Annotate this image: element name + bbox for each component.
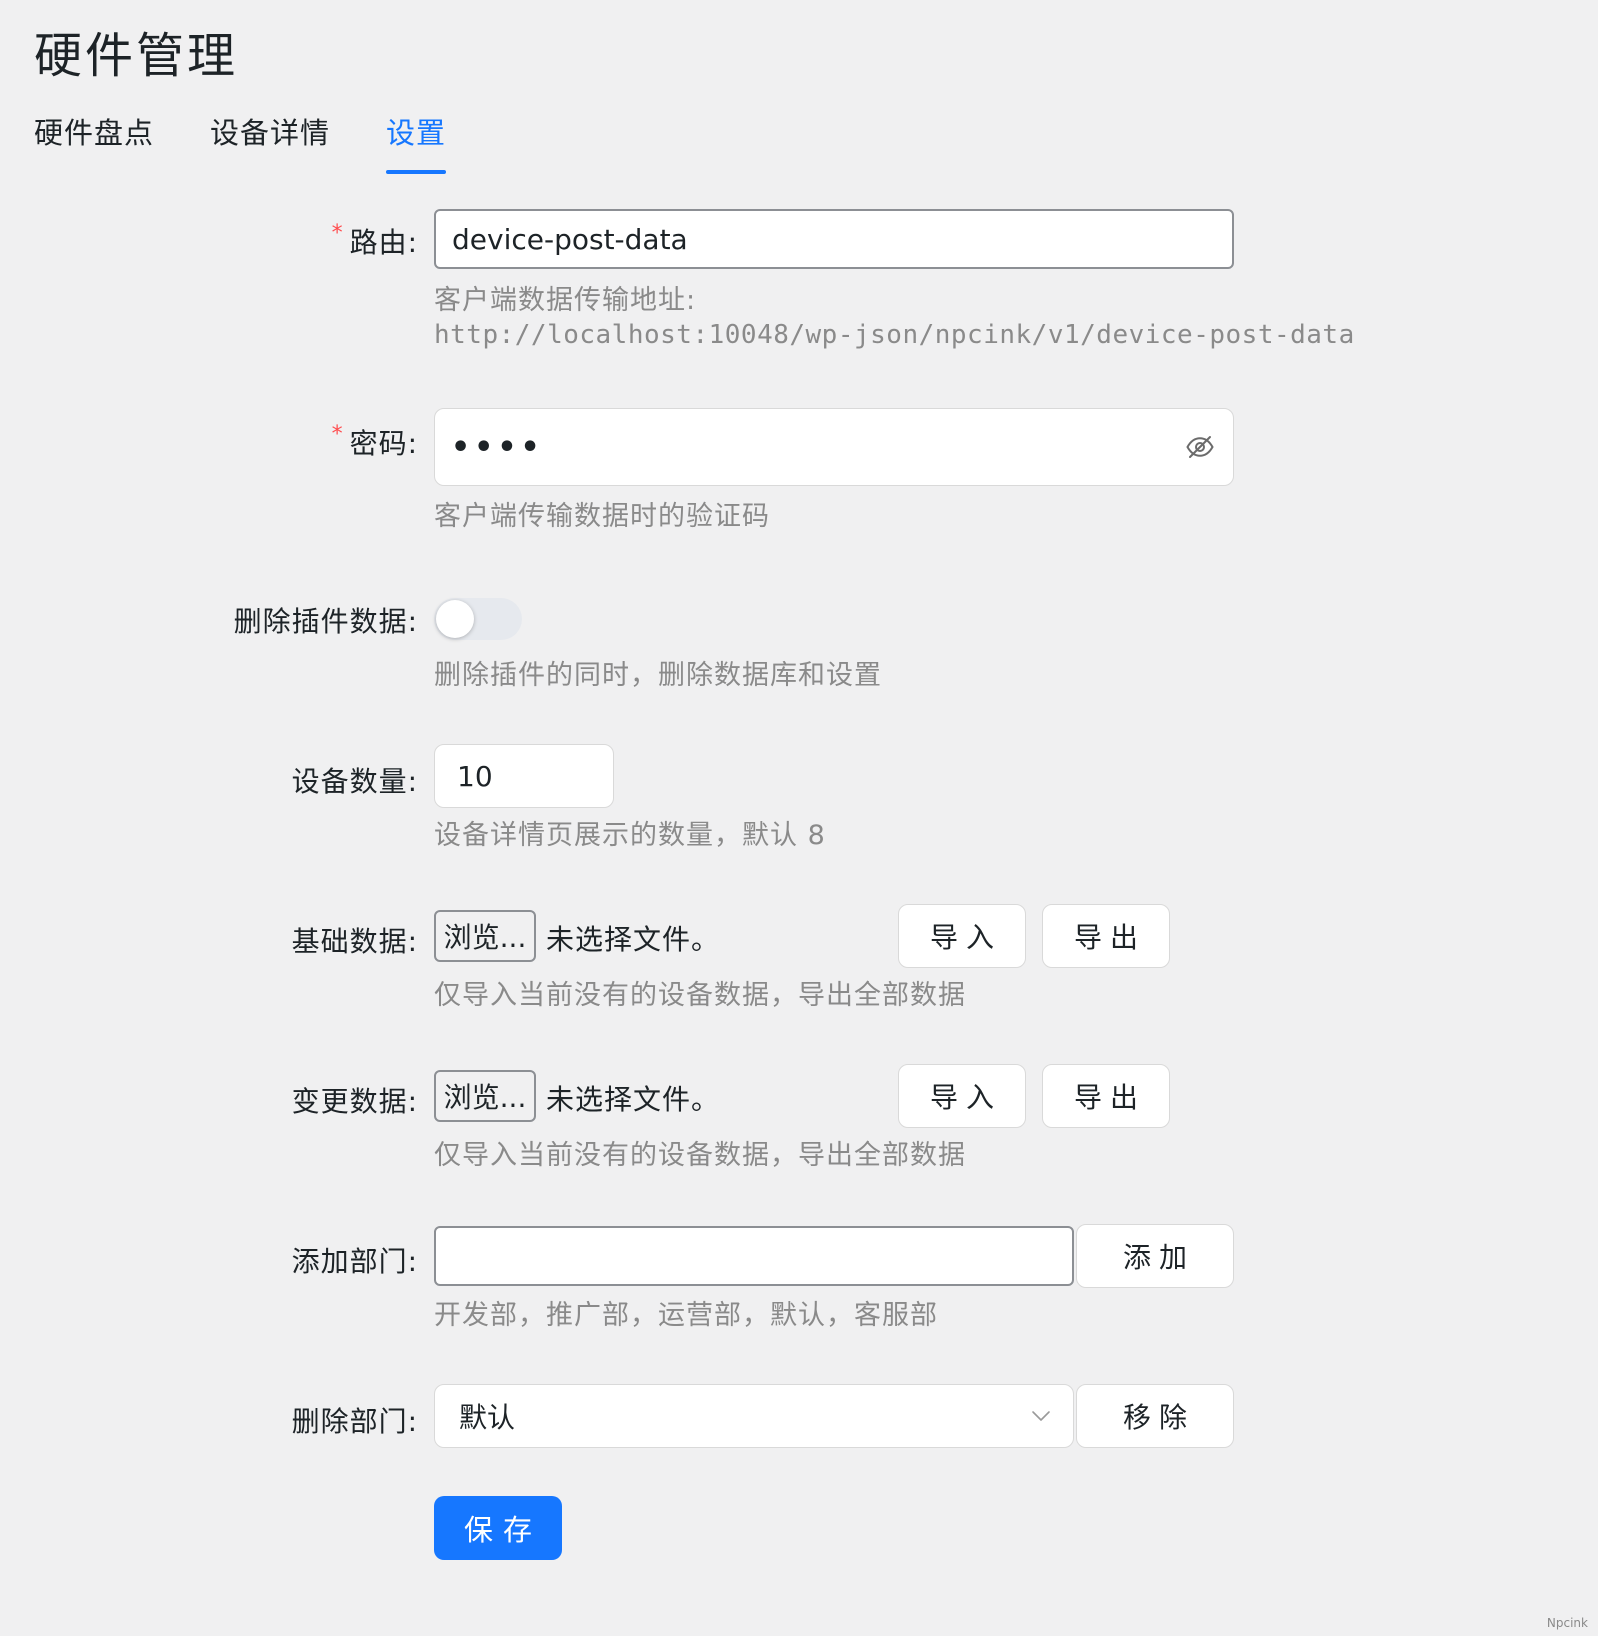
save-button[interactable]: 保存 — [434, 1496, 562, 1560]
route-label-text: 路由: — [349, 226, 418, 259]
route-input-value: device-post-data — [452, 222, 688, 256]
delete-department-select[interactable]: 默认 — [434, 1384, 1074, 1448]
page-title: 硬件管理 — [34, 28, 239, 84]
remove-department-button[interactable]: 移除 — [1076, 1384, 1234, 1448]
route-help-url: http://localhost:10048/wp-json/npcink/v1… — [434, 320, 1355, 350]
password-label: * 密码: — [332, 422, 418, 462]
tab-hardware-inventory[interactable]: 硬件盘点 — [34, 110, 154, 152]
delete-plugin-data-label: 删除插件数据: — [233, 605, 418, 638]
change-data-label: 变更数据: — [291, 1085, 418, 1118]
password-label-text: 密码: — [349, 427, 418, 460]
chevron-down-icon — [1032, 1411, 1050, 1421]
watermark: Npcink — [1546, 1616, 1588, 1630]
delete-department-label: 删除部门: — [291, 1405, 418, 1438]
change-data-browse-button[interactable]: 浏览... — [434, 1070, 536, 1122]
delete-plugin-data-toggle[interactable] — [434, 598, 522, 640]
base-data-import-button[interactable]: 导入 — [898, 904, 1026, 968]
eye-off-icon[interactable] — [1185, 432, 1215, 462]
add-department-help: 开发部，推广部，运营部，默认，客服部 — [434, 1300, 938, 1331]
tab-device-details[interactable]: 设备详情 — [210, 110, 330, 152]
add-department-input[interactable] — [434, 1226, 1074, 1286]
toggle-knob — [436, 600, 474, 638]
password-input[interactable]: •••• — [434, 408, 1234, 486]
delete-department-selected: 默认 — [459, 1401, 516, 1434]
device-count-value: 10 — [457, 759, 493, 793]
tab-settings[interactable]: 设置 — [386, 110, 447, 174]
required-marker: * — [331, 422, 344, 447]
device-count-help: 设备详情页展示的数量，默认 8 — [434, 820, 826, 851]
base-data-browse-button[interactable]: 浏览... — [434, 910, 536, 962]
change-data-export-button[interactable]: 导出 — [1042, 1064, 1170, 1128]
route-label: * 路由: — [332, 221, 418, 261]
delete-plugin-data-help: 删除插件的同时，删除数据库和设置 — [434, 660, 882, 691]
password-masked-value: •••• — [451, 429, 544, 465]
device-count-input[interactable]: 10 — [434, 744, 614, 808]
password-help: 客户端传输数据时的验证码 — [434, 501, 770, 532]
device-count-label: 设备数量: — [291, 765, 418, 798]
add-department-label: 添加部门: — [291, 1245, 418, 1278]
change-data-no-file: 未选择文件。 — [546, 1083, 721, 1116]
change-data-help: 仅导入当前没有的设备数据，导出全部数据 — [434, 1140, 966, 1171]
base-data-help: 仅导入当前没有的设备数据，导出全部数据 — [434, 980, 966, 1011]
base-data-export-button[interactable]: 导出 — [1042, 904, 1170, 968]
route-input[interactable]: device-post-data — [434, 209, 1234, 269]
base-data-no-file: 未选择文件。 — [546, 923, 721, 956]
required-marker: * — [331, 221, 344, 246]
route-help: 客户端数据传输地址: — [434, 285, 697, 316]
add-department-button[interactable]: 添加 — [1076, 1224, 1234, 1288]
base-data-label: 基础数据: — [291, 925, 418, 958]
change-data-import-button[interactable]: 导入 — [898, 1064, 1026, 1128]
